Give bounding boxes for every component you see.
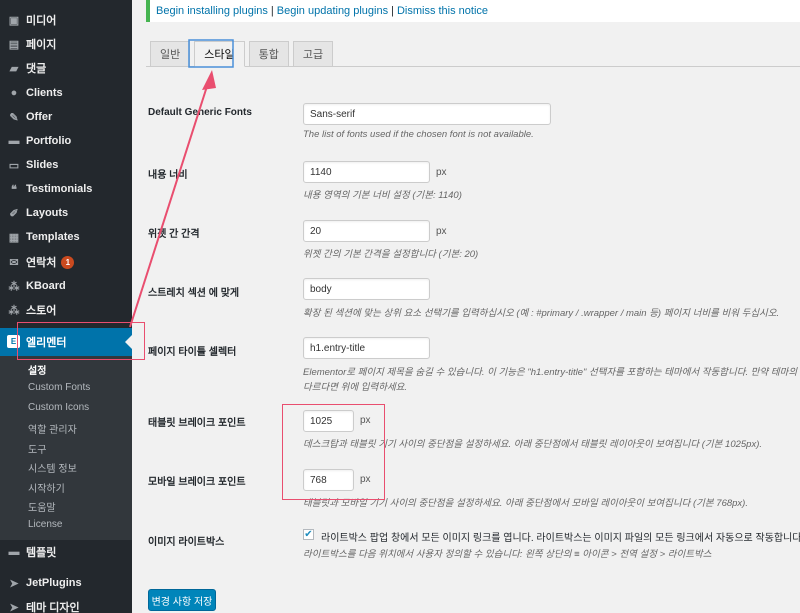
page-title-description-2: 다르다면 위에 입력하세요. (303, 382, 408, 393)
tablet-breakpoint-label: 태블릿 브레이크 포인트 (148, 418, 246, 429)
sidebar-item-pages[interactable]: ▤ 페이지 (0, 32, 132, 56)
folder-icon: ▬ (8, 546, 20, 558)
sidebar-item-comments[interactable]: ▰ 댓글 (0, 56, 132, 80)
page-title-selector-input[interactable]: h1.entry-title (303, 337, 430, 359)
sidebar-item-slides[interactable]: ▭ Slides (0, 153, 132, 177)
submenu-settings[interactable]: 설정 (28, 362, 46, 377)
notice-separator: | (391, 5, 394, 17)
submenu-custom-icons[interactable]: Custom Icons (28, 402, 89, 413)
submenu-system-info[interactable]: 시스템 정보 (28, 460, 77, 475)
content-width-description: 내용 영역의 기본 너비 설정 (기본: 1140) (303, 190, 462, 201)
tab-advanced[interactable]: 고급 (292, 41, 334, 67)
page: ▣ 미디어 ▤ 페이지 ▰ 댓글 ● Clients ✎ Offer ▬ Portfolio… (0, 0, 800, 613)
widget-gap-unit: px (436, 226, 447, 237)
sidebar-item-layouts[interactable]: ✐ Layouts (0, 201, 132, 225)
mobile-breakpoint-label: 모바일 브레이크 포인트 (148, 477, 246, 488)
annotation-highlight-breakpoints (282, 404, 385, 500)
widget-gap-input[interactable]: 20 (303, 220, 430, 242)
sidebar-item-testimonials[interactable]: ❝ Testimonials (0, 177, 132, 201)
theme-design-icon: ➤ (9, 601, 19, 613)
tab-style[interactable]: 스타일 (194, 41, 245, 67)
comment-icon: ▰ (9, 62, 19, 75)
mail-icon: ✉ (9, 256, 19, 269)
update-plugins-link[interactable]: Begin updating plugins (277, 5, 388, 17)
submenu-custom-fonts[interactable]: Custom Fonts (28, 382, 90, 393)
sidebar-item-jetplugins[interactable]: ➤ JetPlugins (0, 571, 132, 595)
stretch-section-input[interactable]: body (303, 278, 430, 300)
annotation-highlight-elementor (17, 322, 145, 360)
sidebar-item-store[interactable]: ⁂ 스토어 (0, 298, 132, 322)
clients-icon: ● (10, 87, 18, 99)
admin-sidebar: ▣ 미디어 ▤ 페이지 ▰ 댓글 ● Clients ✎ Offer ▬ Portfolio… (0, 0, 132, 613)
elementor-submenu: 설정 Custom Fonts Custom Icons 역할 관리자 도구 시… (0, 356, 132, 540)
sidebar-item-portfolio[interactable]: ▬ Portfolio (0, 129, 132, 153)
sidebar-item-kboard[interactable]: ⁂ KBoard (0, 274, 132, 298)
dismiss-notice-link[interactable]: Dismiss this notice (397, 5, 488, 17)
submenu-getting-started[interactable]: 시작하기 (28, 480, 65, 495)
quote-icon: ❝ (11, 183, 17, 196)
sidebar-item-theme-design[interactable]: ➤ 테마 디자인 (0, 595, 132, 613)
submenu-role-manager[interactable]: 역할 관리자 (28, 421, 77, 436)
sidebar-item-templates-kr[interactable]: ▬ 템플릿 (0, 540, 132, 564)
tab-integrations[interactable]: 통합 (248, 41, 289, 67)
kboard-icon: ⁂ (8, 280, 20, 293)
notification-badge: 1 (61, 255, 75, 269)
notice-separator: | (270, 5, 274, 17)
lightbox-checkbox-label: 라이트박스 팝업 창에서 모든 이미지 링크를 엽니다. 라이트박스는 이미지 … (321, 533, 800, 544)
content-width-label: 내용 너비 (148, 170, 188, 181)
sidebar-item-clients[interactable]: ● Clients (0, 81, 132, 105)
save-changes-button[interactable]: 변경 사항 저장 (148, 589, 216, 611)
submenu-help[interactable]: 도움말 (28, 499, 56, 514)
brush-icon: ✐ (9, 207, 19, 220)
sidebar-item-media[interactable]: ▣ 미디어 (0, 8, 132, 32)
sidebar-item-offer[interactable]: ✎ Offer (0, 105, 132, 129)
content-width-unit: px (436, 167, 447, 178)
plugin-notice: Begin installing plugins | Begin updatin… (146, 0, 800, 22)
slides-icon: ▭ (8, 159, 20, 172)
page-icon: ▤ (8, 38, 20, 51)
widget-gap-description: 위젯 간의 기본 간격을 설정합니다 (기본: 20) (303, 249, 479, 260)
sidebar-item-templates[interactable]: ▦ Templates (0, 225, 132, 249)
stretch-section-description: 확장 된 섹션에 맞는 상위 요소 선택기를 입력하십시오 (예 : #prim… (303, 308, 780, 319)
annotation-arrow-head (202, 70, 216, 90)
sidebar-item-contact[interactable]: ✉ 연락처 1 (0, 250, 132, 274)
install-plugins-link[interactable]: Begin installing plugins (156, 5, 268, 17)
lightbox-label: 이미지 라이트박스 (148, 537, 225, 548)
checkmark-icon: ✔ (304, 528, 313, 540)
templates-icon: ▦ (8, 231, 20, 244)
submenu-license[interactable]: License (28, 519, 62, 530)
submenu-tools[interactable]: 도구 (28, 441, 46, 456)
font-label: Default Generic Fonts (148, 107, 252, 118)
offer-icon: ✎ (9, 111, 19, 124)
lightbox-checkbox[interactable]: ✔ (303, 529, 314, 540)
lightbox-description: 라이트박스를 다음 위치에서 사용자 정의할 수 있습니다: 왼쪽 상단의 ≡ … (303, 549, 712, 560)
content-width-input[interactable]: 1140 (303, 161, 430, 183)
page-title-selector-label: 페이지 타이틀 셀렉터 (148, 347, 237, 358)
widget-gap-label: 위젯 간 간격 (148, 229, 200, 240)
portfolio-icon: ▬ (8, 135, 20, 147)
media-icon: ▣ (8, 14, 20, 27)
jetplugins-icon: ➤ (9, 577, 19, 590)
font-description: The list of fonts used if the chosen fon… (303, 129, 534, 140)
store-icon: ⁂ (8, 304, 20, 317)
page-title-description-1: Elementor로 페이지 제목을 숨길 수 있습니다. 이 기능은 "h1.… (303, 367, 798, 378)
generic-font-input[interactable]: Sans-serif (303, 103, 551, 125)
tab-general[interactable]: 일반 (150, 41, 191, 67)
stretch-section-label: 스트레치 섹션 에 맞게 (148, 288, 240, 299)
settings-tabs: 일반 스타일 통합 고급 (150, 41, 337, 67)
